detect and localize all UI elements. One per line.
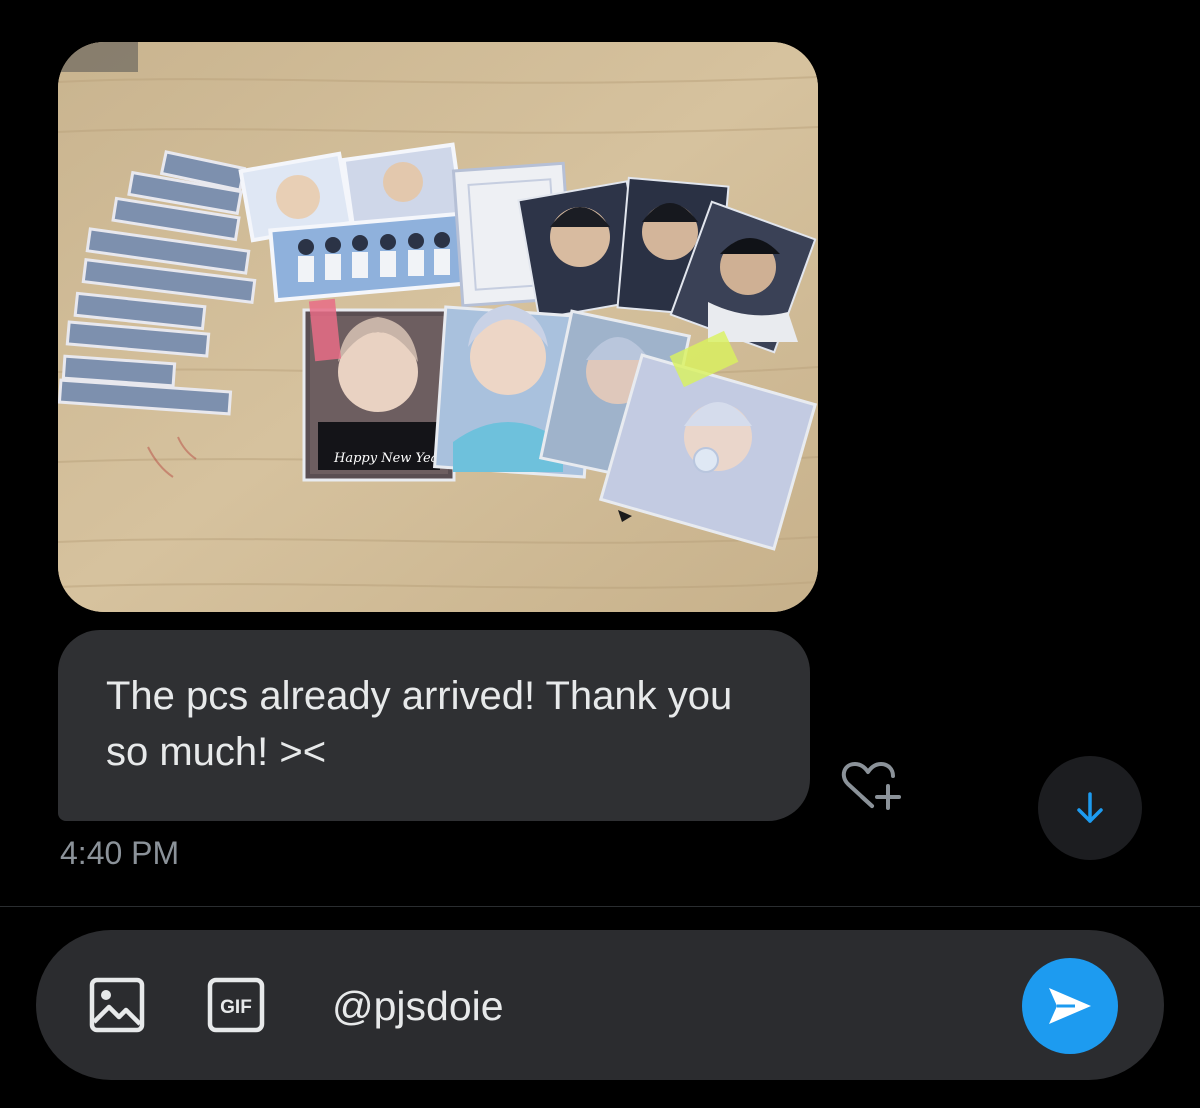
photo-message[interactable]: Happy New Year ! (58, 42, 818, 612)
send-button[interactable] (1022, 958, 1118, 1054)
message-input[interactable] (332, 978, 972, 1034)
add-photo-button[interactable] (88, 976, 146, 1034)
add-gif-button[interactable]: GIF (206, 976, 266, 1034)
scroll-to-bottom-button[interactable] (1038, 756, 1142, 860)
arrow-down-icon (1077, 792, 1103, 823)
gif-label: GIF (220, 997, 252, 1018)
message-text: The pcs already arrived! Thank you so mu… (106, 674, 733, 774)
dm-conversation-screen: Happy New Year ! The pcs already arrived… (0, 0, 1200, 1108)
heart-plus-icon (841, 762, 901, 810)
gif-icon: GIF (207, 977, 265, 1033)
add-reaction-button[interactable] (836, 760, 906, 816)
composer-divider (0, 906, 1200, 907)
message-timestamp: 4:40 PM (60, 835, 180, 871)
send-icon (1049, 988, 1091, 1024)
message-composer: GIF (36, 930, 1164, 1080)
photocards-photo: Happy New Year ! (58, 42, 818, 612)
image-icon (89, 977, 145, 1033)
received-message-bubble: The pcs already arrived! Thank you so mu… (58, 630, 810, 821)
